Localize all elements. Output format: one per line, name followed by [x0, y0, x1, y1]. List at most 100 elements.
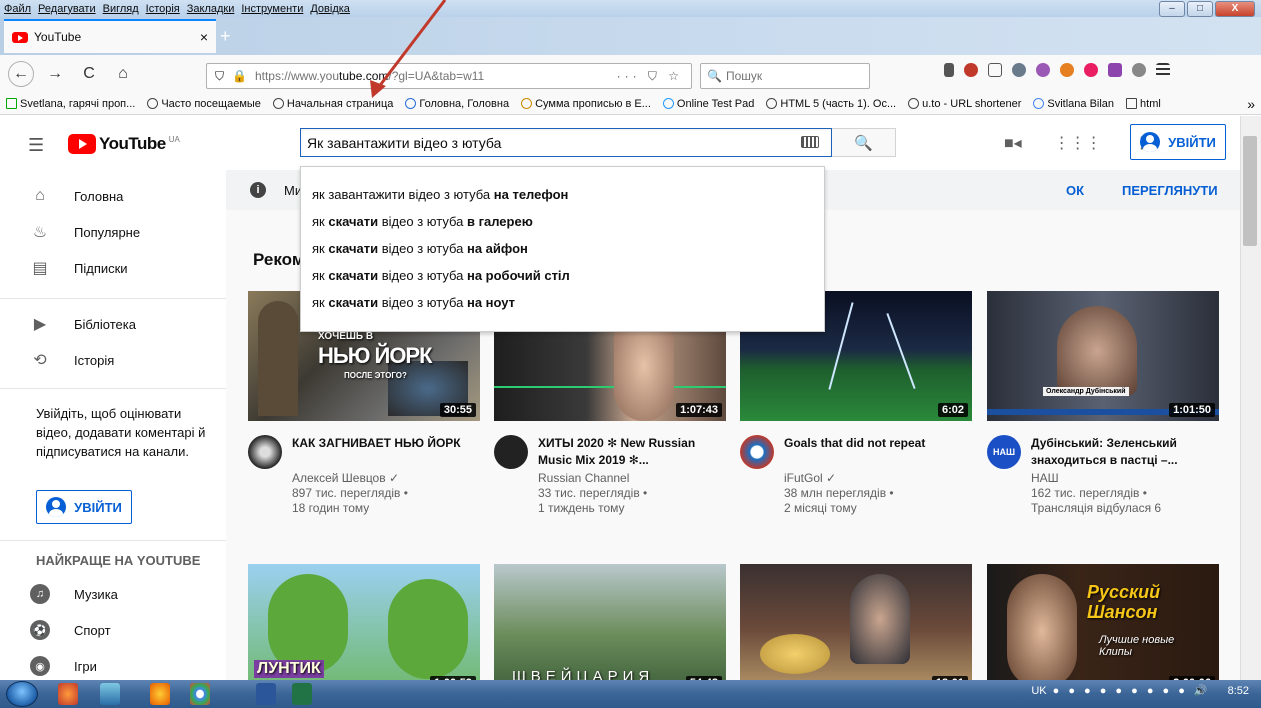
- channel-name[interactable]: Алексей Шевцов: [292, 471, 386, 485]
- video-title[interactable]: Goals that did not repeat: [784, 435, 972, 452]
- video-thumbnail[interactable]: Олександр Дубінський 1:01:50: [987, 291, 1219, 421]
- bookmark-item[interactable]: Online Test Pad: [662, 98, 754, 110]
- video-thumbnail[interactable]: ЛУНТИК 1:00:59: [248, 564, 480, 694]
- word-icon[interactable]: [256, 683, 276, 705]
- channel-name[interactable]: Russian Channel: [538, 471, 726, 486]
- sidebar-item-subscriptions[interactable]: ▤ Підписки: [0, 250, 226, 286]
- banner-view-button[interactable]: ПЕРЕГЛЯНУТИ: [1122, 183, 1218, 198]
- tray-icons[interactable]: ● ● ● ● ● ● ● ● ●: [1053, 685, 1188, 697]
- adblock-icon[interactable]: [964, 63, 978, 77]
- signin-button[interactable]: УВІЙТИ: [1130, 124, 1226, 160]
- video-title[interactable]: Дубінський: Зеленський знаходиться в пас…: [1031, 435, 1219, 469]
- bookmark-item[interactable]: HTML 5 (часть 1). Ос...: [766, 98, 896, 110]
- url-bar[interactable]: ⛉ 🔒 https://www.youtube.com/?gl=UA&tab=w…: [206, 63, 692, 89]
- back-button[interactable]: ←: [8, 61, 34, 87]
- bookmark-item[interactable]: Часто посещаемые: [147, 98, 261, 110]
- sidebar-item-games[interactable]: ◉ Ігри: [0, 648, 226, 684]
- extension-icon[interactable]: [1012, 63, 1026, 77]
- suggestion-item[interactable]: як завантажити відео з ютуба на телефон: [301, 181, 824, 208]
- video-thumbnail[interactable]: Русский Шансон Лучшие новые Клипы 2:00:0…: [987, 564, 1219, 694]
- channel-name[interactable]: НАШ: [1031, 471, 1219, 486]
- chrome-icon[interactable]: [190, 683, 210, 705]
- menu-bookmarks[interactable]: Закладки: [187, 3, 235, 15]
- close-window-button[interactable]: X: [1215, 1, 1255, 17]
- clock[interactable]: 8:52: [1228, 685, 1249, 697]
- sidebar-item-sport[interactable]: ⚽ Спорт: [0, 612, 226, 648]
- video-card[interactable]: Русский Шансон Лучшие новые Клипы 2:00:0…: [987, 564, 1219, 694]
- video-card[interactable]: ЛУНТИК 1:00:59: [248, 564, 480, 694]
- bookmarks-more-button[interactable]: »: [1247, 96, 1255, 112]
- signin-label: УВІЙТИ: [1168, 134, 1216, 150]
- video-title[interactable]: ХИТЫ 2020 ✻ New Russian Music Mix 2019 ✻…: [538, 435, 726, 469]
- menu-edit[interactable]: Редагувати: [38, 3, 96, 15]
- forward-button[interactable]: →: [42, 61, 68, 87]
- extension4-icon[interactable]: [1084, 63, 1098, 77]
- reload-button[interactable]: C: [76, 61, 102, 87]
- bookmark-item[interactable]: u.to - URL shortener: [908, 98, 1021, 110]
- bookmark-item[interactable]: Начальная страница: [272, 98, 393, 110]
- banner-ok-button[interactable]: ОК: [1066, 183, 1084, 198]
- hamburger-menu-icon[interactable]: ☰: [28, 135, 44, 156]
- youtube-search-button[interactable]: 🔍: [832, 128, 896, 157]
- create-video-icon[interactable]: ■◂: [1004, 133, 1022, 153]
- menu-help[interactable]: Довідка: [310, 3, 350, 15]
- new-tab-button[interactable]: +: [220, 26, 231, 47]
- volume-icon[interactable]: 🔊: [1194, 684, 1208, 697]
- sidebar-item-history[interactable]: ⟲ Історія: [0, 342, 226, 378]
- sidebar-item-library[interactable]: ▶ Бібліотека: [0, 306, 226, 342]
- keyboard-icon[interactable]: [801, 136, 819, 148]
- home-button[interactable]: ⌂: [110, 61, 136, 87]
- scrollbar-thumb[interactable]: [1243, 136, 1257, 246]
- sidebar-signin-button[interactable]: УВІЙТИ: [36, 490, 132, 524]
- channel-avatar[interactable]: [248, 435, 282, 469]
- youtube-logo[interactable]: YouTube UA: [68, 134, 180, 154]
- suggestion-item[interactable]: як скачати відео з ютуба на ноут: [301, 289, 824, 316]
- video-card[interactable]: ШВЕЙЦАРИЯ 54:48: [494, 564, 726, 694]
- menu-view[interactable]: Вигляд: [103, 3, 139, 15]
- video-card[interactable]: 18:01: [740, 564, 972, 694]
- reader-icon[interactable]: [988, 63, 1002, 77]
- youtube-search-input[interactable]: Як завантажити відео з ютуба: [300, 128, 832, 157]
- menu-history[interactable]: Історія: [146, 3, 180, 15]
- extension6-icon[interactable]: [1132, 63, 1146, 77]
- opera-icon[interactable]: [58, 683, 78, 705]
- extension3-icon[interactable]: [1060, 63, 1074, 77]
- firefox-icon[interactable]: [150, 683, 170, 705]
- suggestion-item[interactable]: як скачати відео з ютуба на айфон: [301, 235, 824, 262]
- browser-search-field[interactable]: 🔍 Пошук: [700, 63, 870, 89]
- library-toolbar-icon[interactable]: [944, 63, 954, 77]
- tab-close-icon[interactable]: ×: [200, 29, 208, 45]
- suggestion-item[interactable]: як скачати відео з ютуба на робочий стіл: [301, 262, 824, 289]
- bookmark-item[interactable]: Сумма прописью в Е...: [521, 98, 651, 110]
- video-thumbnail[interactable]: 18:01: [740, 564, 972, 694]
- sidebar-item-trending[interactable]: ♨ Популярне: [0, 214, 226, 250]
- channel-avatar[interactable]: [740, 435, 774, 469]
- video-card[interactable]: Олександр Дубінський 1:01:50 НАШ Дубінсь…: [987, 291, 1219, 515]
- suggestion-item[interactable]: як скачати відео з ютуба в галерею: [301, 208, 824, 235]
- bookmark-item[interactable]: Svitlana Bilan: [1033, 98, 1114, 110]
- video-title[interactable]: КАК ЗАГНИВАЕТ НЬЮ ЙОРК: [292, 435, 480, 452]
- apps-grid-icon[interactable]: ⋮⋮⋮: [1054, 133, 1102, 153]
- menu-icon[interactable]: [1156, 63, 1170, 77]
- channel-name[interactable]: iFutGol: [784, 471, 823, 485]
- maximize-button[interactable]: □: [1187, 1, 1213, 17]
- minimize-button[interactable]: –: [1159, 1, 1185, 17]
- menu-file[interactable]: Файл: [4, 3, 31, 15]
- menu-tools[interactable]: Інструменти: [241, 3, 303, 15]
- sidebar-item-home[interactable]: ⌂ Головна: [0, 178, 226, 214]
- excel-icon[interactable]: [292, 683, 312, 705]
- language-indicator[interactable]: UK: [1031, 685, 1046, 697]
- channel-avatar[interactable]: НАШ: [987, 435, 1021, 469]
- channel-avatar[interactable]: [494, 435, 528, 469]
- extension5-icon[interactable]: [1108, 63, 1122, 77]
- page-actions[interactable]: ··· ⛉ ☆: [617, 69, 683, 84]
- start-button[interactable]: [6, 681, 38, 707]
- video-thumbnail[interactable]: ШВЕЙЦАРИЯ 54:48: [494, 564, 726, 694]
- bookmark-item[interactable]: Головна, Головна: [405, 98, 509, 110]
- bookmark-item[interactable]: Svetlana, гарячі проп...: [6, 98, 135, 110]
- explorer-icon[interactable]: [100, 683, 120, 705]
- tab-youtube[interactable]: YouTube ×: [4, 19, 216, 53]
- extension2-icon[interactable]: [1036, 63, 1050, 77]
- bookmark-item[interactable]: html: [1126, 98, 1161, 110]
- sidebar-item-music[interactable]: ♫ Музика: [0, 576, 226, 612]
